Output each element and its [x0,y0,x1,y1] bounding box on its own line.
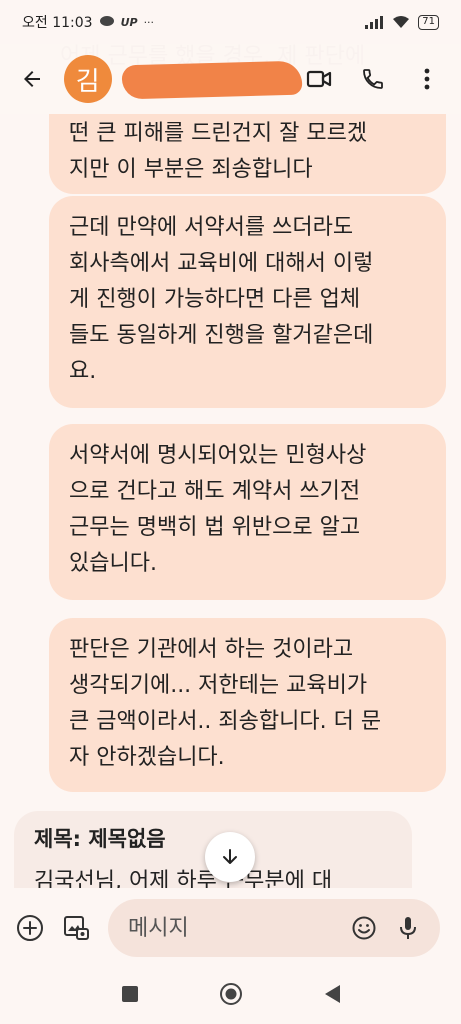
add-attachment-button[interactable] [10,908,50,948]
nav-home-icon [219,983,242,1005]
outgoing-message[interactable]: 서약서에 명시되어있는 민형사상 으로 건다고 해도 계약서 쓰기전 근무는 명… [49,424,446,600]
message-text: 떤 큰 피해를 드린건지 잘 모르겠 지만 이 부분은 죄송합니다 [69,121,368,182]
gallery-icon [64,916,89,940]
voice-input-button[interactable] [390,910,426,946]
header-actions [301,61,451,97]
gallery-button[interactable] [56,908,96,948]
nav-home-button[interactable] [219,982,243,1010]
message-composer [0,888,461,968]
emoji-button[interactable] [346,910,382,946]
contact-avatar[interactable]: 김 [63,55,112,103]
nav-recents-icon [121,986,138,1002]
outgoing-message[interactable]: 근데 만약에 서약서를 쓰더라도 회사측에서 교육비에 대해서 이렇 게 진행이… [49,196,446,408]
system-navigation-bar [0,968,461,1024]
up-indicator: UP [120,15,138,29]
outgoing-message[interactable]: 떤 큰 피해를 드린건지 잘 모르겠 지만 이 부분은 죄송합니다 [49,114,446,194]
message-list[interactable]: 떤 큰 피해를 드린건지 잘 모르겠 지만 이 부분은 죄송합니다 근데 만약에… [0,114,461,888]
video-call-icon [306,70,332,88]
nav-back-icon [324,985,340,1003]
chat-notification-icon [99,15,114,26]
battery-icon: 71 [418,14,439,30]
more-options-button[interactable] [409,61,445,97]
message-input[interactable] [128,915,346,941]
nav-back-button[interactable] [323,984,341,1008]
wifi-icon [393,16,410,28]
contact-name-redacted[interactable] [121,59,303,100]
video-call-button[interactable] [301,61,337,97]
scroll-to-bottom-button[interactable] [205,832,255,882]
add-icon [17,915,43,941]
scroll-down-icon [223,849,237,864]
nav-recents-button[interactable] [121,985,139,1007]
status-bar: 오전 11:03 UP ··· 71 [0,0,461,44]
redaction-mark [121,60,303,100]
status-more-indicator: ··· [143,15,155,29]
status-time: 오전 11:03 [22,15,93,31]
phone-call-button[interactable] [355,61,391,97]
message-input-wrapper[interactable] [108,899,440,957]
notification-icons [99,15,115,30]
conversation-header: 김 [0,44,461,114]
back-arrow-icon [23,71,40,87]
back-button[interactable] [10,57,54,101]
signal-icon [365,16,384,29]
phone-icon [363,69,383,89]
outgoing-message[interactable]: 판단은 기관에서 하는 것이라고 생각되기에... 저한테는 교육비가 큰 금액… [49,618,446,792]
more-vert-icon [424,68,430,90]
mic-icon [400,917,416,939]
status-left: 오전 11:03 UP ··· [22,12,154,32]
status-right: 71 [364,14,439,30]
emoji-icon [352,916,376,940]
